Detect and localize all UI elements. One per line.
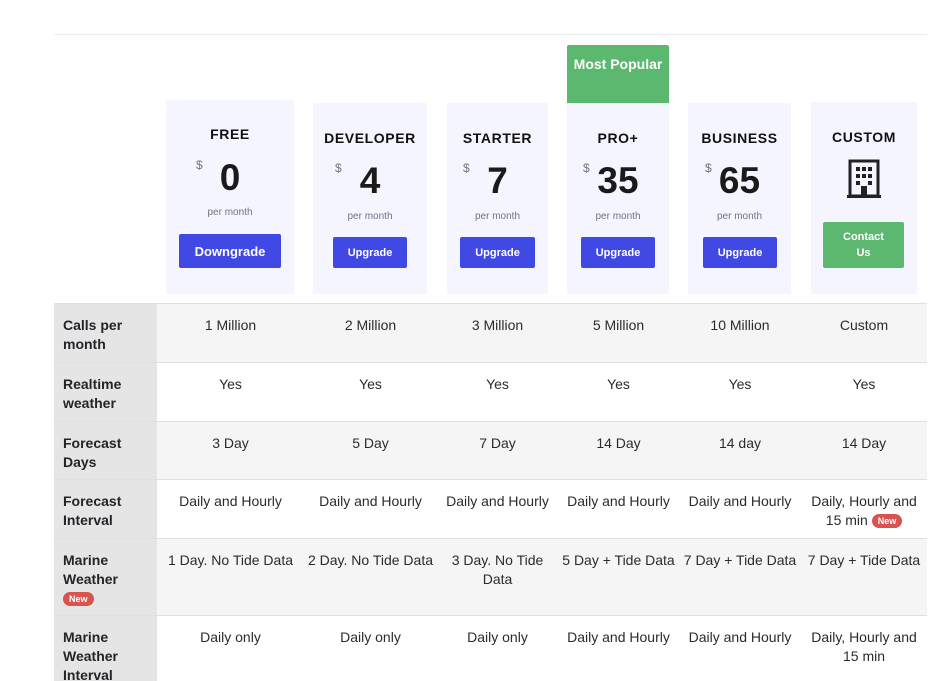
table-row-marine-weather: Marine Weather New 1 Day. No Tide Data 2 … xyxy=(54,538,927,616)
feature-label: Forecast Interval xyxy=(54,479,157,539)
most-popular-ribbon: Most Popular xyxy=(567,45,669,103)
table-cell: Yes xyxy=(679,362,801,422)
table-cell: 7 Day xyxy=(437,421,558,480)
table-row-forecast-days: Forecast Days 3 Day 5 Day 7 Day 14 Day 1… xyxy=(54,421,927,480)
plan-price: $ 4 xyxy=(313,159,427,203)
contact-us-button[interactable]: Contact Us xyxy=(823,222,904,268)
table-cell: 5 Day + Tide Data xyxy=(558,538,679,616)
table-cell: Daily and Hourly xyxy=(157,479,304,539)
price-period: per month xyxy=(716,211,763,222)
table-cell: Yes xyxy=(157,362,304,422)
plan-card-developer: DEVELOPER $ 4 per month Upgrade xyxy=(313,103,427,294)
feature-comparison-table: Calls per month 1 Million 2 Million 3 Mi… xyxy=(54,303,927,681)
price-period: per month xyxy=(595,211,641,222)
table-cell: Custom xyxy=(801,303,927,363)
table-cell: 14 day xyxy=(679,421,801,480)
table-cell: 5 Million xyxy=(558,303,679,363)
top-divider xyxy=(54,34,927,35)
table-cell: Daily and Hourly xyxy=(679,479,801,539)
upgrade-button[interactable]: Upgrade xyxy=(703,237,777,268)
table-cell: Yes xyxy=(304,362,437,422)
table-cell: Yes xyxy=(437,362,558,422)
upgrade-button[interactable]: Upgrade xyxy=(333,237,407,268)
plan-name: PRO+ xyxy=(597,130,639,146)
table-cell: Daily and Hourly xyxy=(437,479,558,539)
table-cell: 10 Million xyxy=(679,303,801,363)
plan-price: $ 35 xyxy=(567,159,669,203)
plan-price: $ 65 xyxy=(688,159,791,203)
plan-card-free: FREE $ 0 per month Downgrade xyxy=(166,100,294,294)
table-cell: Daily only xyxy=(157,615,304,681)
new-badge: New xyxy=(871,514,903,529)
plan-name: CUSTOM xyxy=(831,129,896,145)
table-cell: 14 Day xyxy=(558,421,679,480)
table-cell: 3 Day xyxy=(157,421,304,480)
price-period: per month xyxy=(347,211,393,222)
feature-label: Realtime weather xyxy=(54,362,157,422)
table-cell: 3 Day. No Tide Data xyxy=(437,538,558,616)
feature-label: Marine Weather Interval xyxy=(54,615,157,681)
upgrade-button[interactable]: Upgrade xyxy=(460,237,535,268)
plan-price: $ 7 xyxy=(447,159,548,203)
price-amount: 65 xyxy=(718,160,761,201)
feature-label: Calls per month xyxy=(54,303,157,363)
table-cell: 1 Million xyxy=(157,303,304,363)
label-text: Marine Weather xyxy=(63,552,118,587)
table-cell: Daily and Hourly xyxy=(558,479,679,539)
table-cell: Daily only xyxy=(437,615,558,681)
table-row-calls-per-month: Calls per month 1 Million 2 Million 3 Mi… xyxy=(54,303,927,363)
table-cell: 2 Million xyxy=(304,303,437,363)
price-amount: 4 xyxy=(359,160,381,201)
plan-name: BUSINESS xyxy=(701,130,778,146)
table-cell: 7 Day + Tide Data xyxy=(679,538,801,616)
feature-label: Marine Weather New xyxy=(54,538,157,616)
table-cell: Daily and Hourly xyxy=(679,615,801,681)
table-row-marine-weather-interval: Marine Weather Interval Daily only Daily… xyxy=(54,615,927,681)
plan-card-starter: STARTER $ 7 per month Upgrade xyxy=(447,103,548,294)
feature-label: Forecast Days xyxy=(54,421,157,480)
plan-card-business: BUSINESS $ 65 per month Upgrade xyxy=(688,103,791,294)
table-cell: 2 Day. No Tide Data xyxy=(304,538,437,616)
table-row-forecast-interval: Forecast Interval Daily and Hourly Daily… xyxy=(54,479,927,539)
table-cell: Daily, Hourly and 15 min New xyxy=(801,479,927,539)
table-cell: Daily only xyxy=(304,615,437,681)
plan-price: $ 0 xyxy=(166,156,294,200)
table-cell: 3 Million xyxy=(437,303,558,363)
table-cell: 1 Day. No Tide Data xyxy=(157,538,304,616)
price-period: per month xyxy=(207,207,253,218)
table-cell: Daily, Hourly and 15 min xyxy=(801,615,927,681)
price-amount: 0 xyxy=(219,157,241,198)
price-period: per month xyxy=(474,211,521,222)
table-cell: 14 Day xyxy=(801,421,927,480)
plan-card-pro-plus: PRO+ $ 35 per month Upgrade xyxy=(567,103,669,294)
table-cell: Daily and Hourly xyxy=(304,479,437,539)
plan-name: DEVELOPER xyxy=(324,130,416,146)
table-cell: Daily and Hourly xyxy=(558,615,679,681)
plan-name: FREE xyxy=(210,126,250,142)
plan-name: STARTER xyxy=(462,130,533,146)
table-cell: 5 Day xyxy=(304,421,437,480)
table-cell: 7 Day + Tide Data xyxy=(801,538,927,616)
price-amount: 35 xyxy=(597,160,639,201)
new-badge: New xyxy=(63,592,94,607)
building-icon xyxy=(847,159,881,198)
price-amount: 7 xyxy=(487,160,508,201)
upgrade-button[interactable]: Upgrade xyxy=(581,237,655,268)
downgrade-button[interactable]: Downgrade xyxy=(179,234,281,268)
table-row-realtime-weather: Realtime weather Yes Yes Yes Yes Yes Yes xyxy=(54,362,927,422)
table-cell: Yes xyxy=(801,362,927,422)
table-cell: Yes xyxy=(558,362,679,422)
